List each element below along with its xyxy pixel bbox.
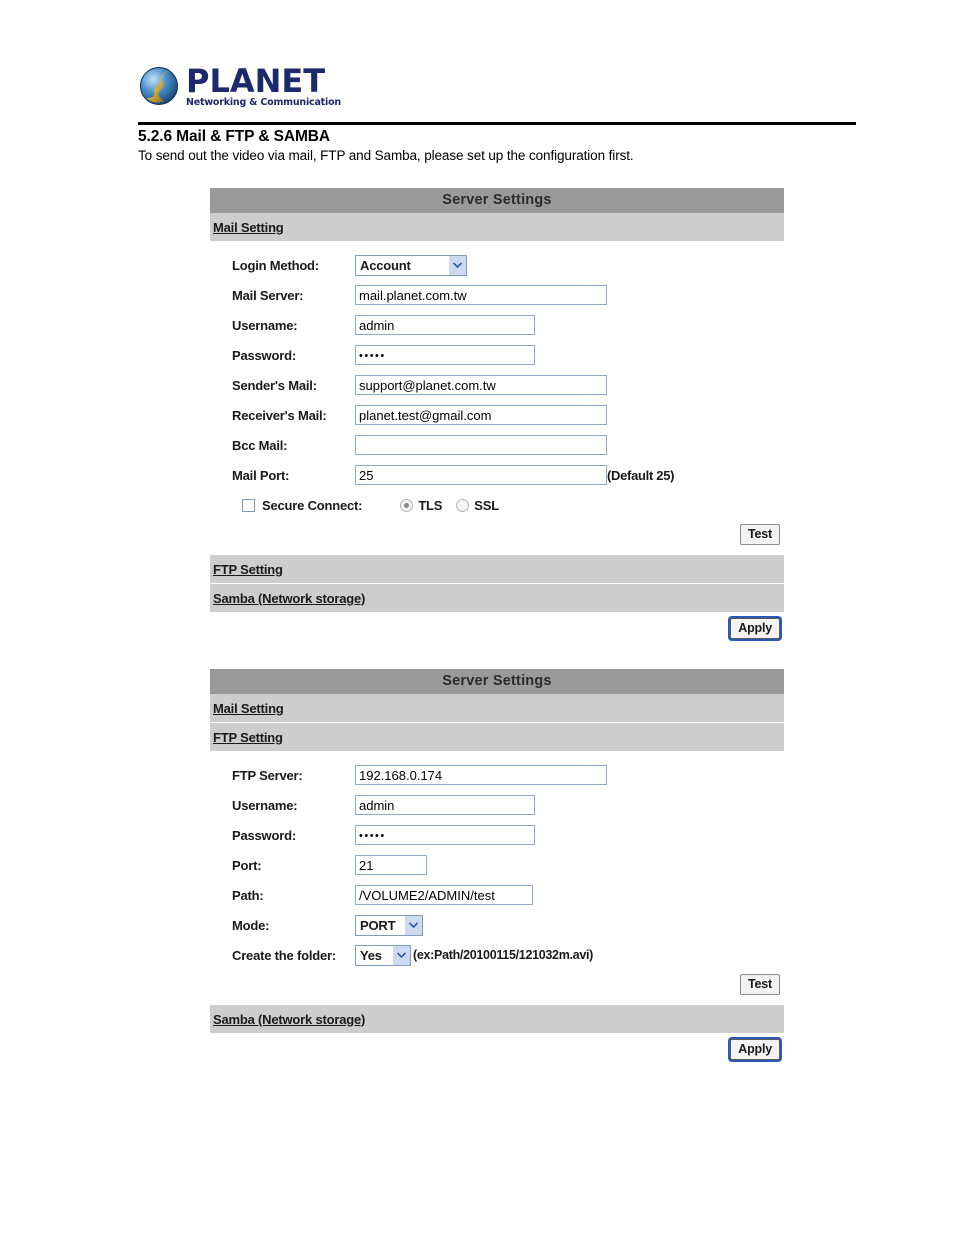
section-header-mail-setting-collapsed[interactable]: Mail Setting [210, 694, 784, 723]
chevron-down-icon[interactable] [448, 255, 466, 275]
row-receiver-mail: Receiver's Mail: [210, 400, 784, 430]
mail-port-hint: (Default 25) [607, 467, 675, 483]
row-sender-mail: Sender's Mail: [210, 370, 784, 400]
section-link-samba-2[interactable]: Samba (Network storage) [213, 1012, 365, 1027]
label-create-folder: Create the folder: [232, 947, 337, 963]
ftp-port-input[interactable] [355, 855, 427, 875]
label-password: Password: [232, 347, 296, 363]
panel-title-mail: Server Settings [210, 188, 784, 213]
ftp-username-input[interactable] [355, 795, 535, 815]
section-header-ftp-setting[interactable]: FTP Setting [210, 723, 784, 752]
ssl-radio[interactable] [456, 498, 470, 512]
row-ftp-path: Path: [210, 880, 784, 910]
label-mail-server: Mail Server: [232, 287, 304, 303]
row-ftp-server: FTP Server: [210, 760, 784, 790]
bcc-mail-input[interactable] [355, 435, 607, 455]
row-password: Password: [210, 340, 784, 370]
row-ftp-password: Password: [210, 820, 784, 850]
mail-setting-body: Login Method: Account Mail Server: Usern… [210, 242, 784, 555]
server-settings-panel-ftp: Server Settings Mail Setting FTP Setting… [210, 669, 784, 1060]
section-header-mail-setting[interactable]: Mail Setting [210, 213, 784, 242]
mail-password-input[interactable] [355, 345, 535, 365]
row-bcc-mail: Bcc Mail: [210, 430, 784, 460]
mail-apply-row: Apply [210, 613, 784, 639]
label-mail-port: Mail Port: [232, 467, 290, 483]
ftp-test-row: Test [210, 970, 784, 1001]
mail-apply-button[interactable]: Apply [730, 618, 780, 639]
chevron-down-icon[interactable] [392, 945, 410, 965]
row-ftp-mode: Mode: PORT [210, 910, 784, 940]
ftp-path-input[interactable] [355, 885, 533, 905]
ftp-mode-select[interactable]: PORT [355, 914, 423, 936]
create-folder-select[interactable]: Yes [355, 944, 411, 966]
page-description: To send out the video via mail, FTP and … [138, 148, 634, 163]
row-mail-port: Mail Port: (Default 25) [210, 460, 784, 490]
ftp-test-button[interactable]: Test [740, 974, 780, 995]
label-sender-mail: Sender's Mail: [232, 377, 317, 393]
label-ssl: SSL [474, 497, 499, 513]
label-ftp-path: Path: [232, 887, 264, 903]
section-link-mail-setting-2[interactable]: Mail Setting [213, 701, 284, 716]
header-divider [138, 122, 856, 125]
label-tls: TLS [418, 497, 443, 513]
label-ftp-username: Username: [232, 797, 298, 813]
row-mail-server: Mail Server: [210, 280, 784, 310]
mail-server-input[interactable] [355, 285, 607, 305]
section-header-ftp-setting-collapsed[interactable]: FTP Setting [210, 555, 784, 584]
login-method-select[interactable]: Account [355, 254, 467, 276]
label-bcc-mail: Bcc Mail: [232, 437, 288, 453]
section-link-samba[interactable]: Samba (Network storage) [213, 591, 365, 606]
ftp-setting-body: FTP Server: Username: Password: Port: Pa… [210, 752, 784, 1005]
secure-connect-checkbox[interactable] [242, 498, 255, 512]
ftp-apply-button[interactable]: Apply [730, 1039, 780, 1060]
logo-tagline: Networking & Communication [186, 96, 341, 108]
ftp-mode-value: PORT [360, 917, 396, 933]
row-create-folder: Create the folder: Yes (ex:Path/20100115… [210, 940, 784, 970]
label-secure-connect: Secure Connect: [262, 497, 363, 513]
login-method-value: Account [360, 257, 411, 273]
ftp-password-input[interactable] [355, 825, 535, 845]
label-ftp-mode: Mode: [232, 917, 270, 933]
row-secure-connect: Secure Connect: TLS SSL [210, 490, 784, 520]
section-link-ftp-setting[interactable]: FTP Setting [213, 562, 283, 577]
label-ftp-port: Port: [232, 857, 262, 873]
row-ftp-port: Port: [210, 850, 784, 880]
create-folder-hint: (ex:Path/20100115/121032m.avi) [413, 948, 594, 962]
section-link-mail-setting[interactable]: Mail Setting [213, 220, 284, 235]
logo-wordmark: PLANET [186, 61, 326, 100]
label-ftp-password: Password: [232, 827, 296, 843]
ftp-server-input[interactable] [355, 765, 607, 785]
mail-test-button[interactable]: Test [740, 524, 780, 545]
tls-radio[interactable] [400, 498, 414, 512]
row-login-method: Login Method: Account [210, 250, 784, 280]
panel-title-ftp: Server Settings [210, 669, 784, 694]
document-header: PLANET Networking & Communication [138, 62, 856, 110]
section-link-ftp-setting-2[interactable]: FTP Setting [213, 730, 283, 745]
receiver-mail-input[interactable] [355, 405, 607, 425]
server-settings-panel-mail: Server Settings Mail Setting Login Metho… [210, 188, 784, 639]
label-receiver-mail: Receiver's Mail: [232, 407, 327, 423]
planet-logo: PLANET Networking & Communication [138, 62, 856, 110]
page-title: 5.2.6 Mail & FTP & SAMBA [138, 128, 330, 145]
create-folder-value: Yes [360, 947, 382, 963]
section-header-samba-collapsed-2[interactable]: Samba (Network storage) [210, 1005, 784, 1034]
label-username: Username: [232, 317, 298, 333]
row-username: Username: [210, 310, 784, 340]
label-login-method: Login Method: [232, 257, 319, 273]
sender-mail-input[interactable] [355, 375, 607, 395]
mail-test-row: Test [210, 520, 784, 551]
mail-port-input[interactable] [355, 465, 607, 485]
section-header-samba-collapsed[interactable]: Samba (Network storage) [210, 584, 784, 613]
chevron-down-icon[interactable] [404, 915, 422, 935]
ftp-apply-row: Apply [210, 1034, 784, 1060]
label-ftp-server: FTP Server: [232, 767, 303, 783]
row-ftp-username: Username: [210, 790, 784, 820]
mail-username-input[interactable] [355, 315, 535, 335]
planet-globe-icon [138, 65, 180, 107]
